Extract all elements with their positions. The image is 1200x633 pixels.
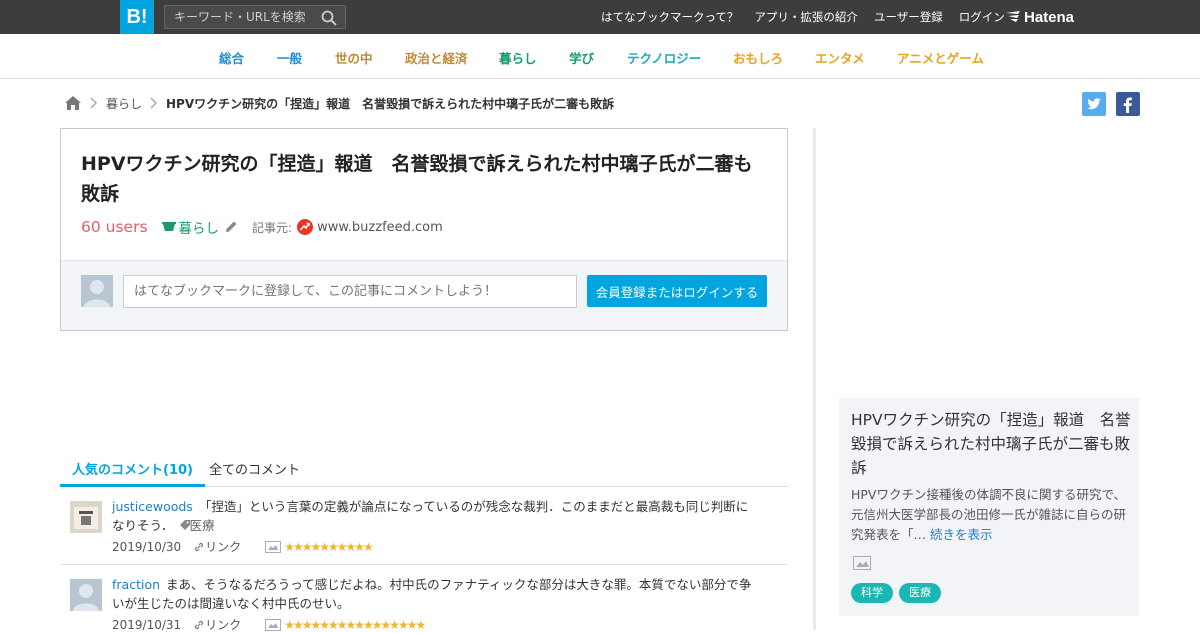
comment-username[interactable]: justicewoods: [112, 499, 193, 514]
category-政治と経済[interactable]: 政治と経済: [405, 48, 468, 67]
comment-link-label: リンク: [205, 618, 242, 632]
comment-tag-label: 医療: [189, 518, 215, 533]
source-domain: www.buzzfeed.com: [317, 219, 443, 235]
breadcrumb: 暮らし HPVワクチン研究の「捏造」報道 名誉毀損で訴えられた村中璃子氏が二審も…: [64, 94, 614, 112]
avatar[interactable]: [70, 501, 102, 533]
about-link[interactable]: はてなブックマークって？: [601, 9, 738, 25]
default-avatar-icon: [73, 584, 99, 611]
comment-tabs: 人気のコメント(10) 全てのコメント: [60, 452, 788, 487]
comment-date[interactable]: 2019/10/31: [112, 618, 181, 632]
tab-popular-comments[interactable]: 人気のコメント(10): [60, 459, 205, 487]
chevron-right-icon: [90, 97, 98, 109]
source-link[interactable]: www.buzzfeed.com: [297, 219, 443, 235]
add-star-icon[interactable]: [265, 540, 282, 553]
pencil-icon[interactable]: [224, 220, 238, 234]
category-暮らし[interactable]: 暮らし: [499, 48, 537, 67]
teacup-icon: [161, 222, 176, 231]
category-エンタメ[interactable]: エンタメ: [815, 48, 865, 67]
register-link[interactable]: ユーザー登録: [874, 9, 943, 25]
apps-link[interactable]: アプリ・拡張の紹介: [754, 9, 858, 25]
comment-stars[interactable]: ★★★★★★★★★★★★★★★★: [284, 618, 426, 632]
default-avatar-icon: [84, 280, 110, 307]
comment-item: fraction まあ、そうなるだろうって感じだよね。村中氏のファナティックな部分…: [60, 575, 788, 633]
hatena-wing-icon: [1006, 11, 1020, 22]
comment-form: 会員登録またはログインする: [61, 260, 787, 330]
tag-icon: [179, 520, 190, 530]
category-世の中[interactable]: 世の中: [335, 48, 373, 67]
entry-summary-card: HPVワクチン研究の「捏造」報道 名誉毀損で訴えられた村中璃子氏が二審も敗訴 H…: [839, 398, 1139, 616]
category-アニメとゲーム[interactable]: アニメとゲーム: [897, 48, 984, 67]
entry-category-label: 暮らし: [178, 221, 220, 237]
comment-body: justicewoods 「捏造」という言葉の定義が論点になっているのが残念な裁判…: [112, 497, 752, 535]
register-or-login-button[interactable]: 会員登録またはログインする: [587, 275, 767, 307]
source-label: 記事元:: [252, 220, 293, 235]
justicewoods-avatar-icon: [70, 501, 102, 533]
image-icon: [853, 556, 871, 570]
column-divider: [813, 128, 816, 630]
tab-all-comments[interactable]: 全てのコメント: [209, 459, 300, 487]
search-icon[interactable]: [321, 10, 337, 26]
header-links: はてなブックマークって？ アプリ・拡張の紹介 ユーザー登録 ログイン: [585, 0, 1005, 34]
comment-stars[interactable]: ★★★★★★★★★★: [284, 540, 374, 554]
chevron-right-icon: [150, 97, 158, 109]
buzzfeed-icon: [297, 219, 314, 235]
comment-link-label: リンク: [205, 540, 242, 554]
comment-item: justicewoods 「捏造」という言葉の定義が論点になっているのが残念な裁判…: [60, 497, 788, 565]
search-box: [164, 5, 346, 29]
hatena-brand-label: Hatena: [1024, 8, 1075, 26]
home-icon[interactable]: [64, 95, 82, 111]
breadcrumb-category[interactable]: 暮らし: [106, 95, 142, 112]
tag-pill[interactable]: 科学: [851, 583, 893, 603]
category-総合[interactable]: 総合: [219, 48, 244, 67]
facebook-share-button[interactable]: [1116, 92, 1140, 116]
facebook-icon: [1123, 97, 1132, 113]
comment-date[interactable]: 2019/10/30: [112, 540, 181, 554]
summary-title[interactable]: HPVワクチン研究の「捏造」報道 名誉毀損で訴えられた村中璃子氏が二審も敗訴: [851, 408, 1131, 480]
summary-description: HPVワクチン接種後の体調不良に関する研究で、元信州大医学部長の池田修一氏が雑誌…: [851, 485, 1131, 545]
comment-body: fraction まあ、そうなるだろうって感じだよね。村中氏のファナティックな部分…: [112, 575, 752, 613]
bookmark-users-count[interactable]: 60 users: [81, 218, 148, 236]
comment-divider: [60, 564, 788, 565]
user-avatar: [81, 275, 113, 307]
top-bar: B! はてなブックマークって？ アプリ・拡張の紹介 ユーザー登録 ログイン Ha…: [0, 0, 1200, 34]
add-star-icon[interactable]: [265, 618, 282, 631]
category-テクノロジー[interactable]: テクノロジー: [627, 48, 701, 67]
avatar[interactable]: [70, 579, 102, 611]
entry-category[interactable]: 暮らし: [161, 217, 220, 237]
entry-meta: 60 users 暮らし 記事元: www.buzzfeed.com: [81, 217, 443, 237]
tag-pill[interactable]: 医療: [899, 583, 941, 603]
link-icon: [195, 620, 204, 629]
comment-text: まあ、そうなるだろうって感じだよね。村中氏のファナティックな部分は大きな罪。本質…: [112, 577, 752, 611]
comment-input[interactable]: [123, 275, 577, 308]
category-一般[interactable]: 一般: [277, 48, 302, 67]
hatena-bookmark-logo[interactable]: B!: [120, 0, 154, 34]
show-more-link[interactable]: 続きを表示: [930, 527, 993, 542]
twitter-share-button[interactable]: [1082, 92, 1106, 116]
comment-link[interactable]: リンク: [193, 538, 253, 555]
comment-tag[interactable]: 医療: [179, 518, 215, 533]
comment-username[interactable]: fraction: [112, 577, 160, 592]
login-link[interactable]: ログイン: [959, 9, 1005, 25]
entry-box: HPVワクチン研究の「捏造」報道 名誉毀損で訴えられた村中璃子氏が二審も敗訴 6…: [60, 128, 788, 331]
entry-title[interactable]: HPVワクチン研究の「捏造」報道 名誉毀損で訴えられた村中璃子氏が二審も敗訴: [81, 149, 771, 209]
category-nav: 総合 一般 世の中 政治と経済 暮らし 学び テクノロジー おもしろ エンタメ …: [0, 34, 1200, 79]
comment-footer: 2019/10/30 リンク ★★★★★★★★★★: [112, 538, 384, 555]
search-input[interactable]: [165, 6, 315, 28]
category-学び[interactable]: 学び: [569, 48, 594, 67]
twitter-icon: [1087, 98, 1101, 110]
hatena-brand[interactable]: Hatena: [1006, 0, 1074, 34]
comment-footer: 2019/10/31 リンク ★★★★★★★★★★★★★★★★: [112, 616, 436, 633]
link-icon: [195, 542, 204, 551]
comment-link[interactable]: リンク: [193, 616, 253, 633]
breadcrumb-current: HPVワクチン研究の「捏造」報道 名誉毀損で訴えられた村中璃子氏が二審も敗訴: [166, 96, 615, 111]
category-おもしろ[interactable]: おもしろ: [733, 48, 783, 67]
